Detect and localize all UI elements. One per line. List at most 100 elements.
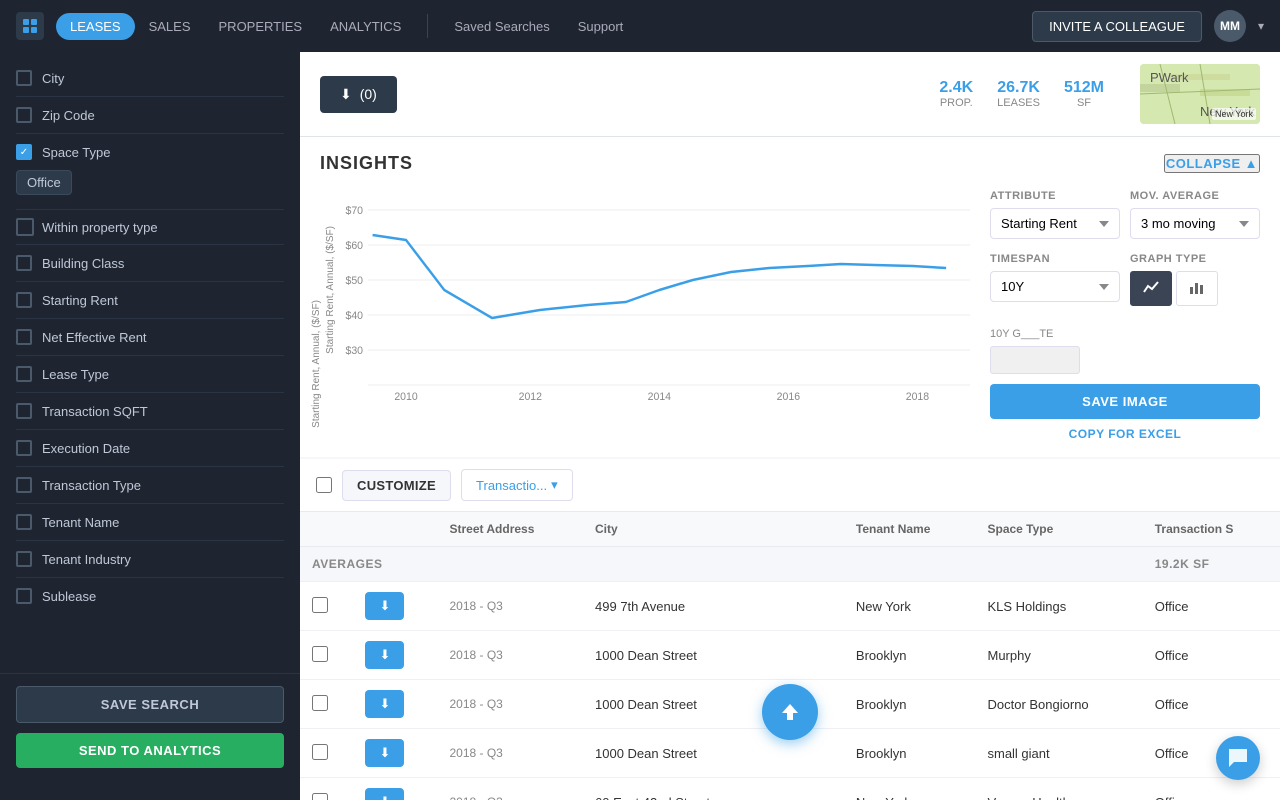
download-row-button-5[interactable]: ⬇ xyxy=(365,788,404,800)
map-thumbnail[interactable]: New York PWark xyxy=(1140,64,1260,124)
zipcode-checkbox[interactable] xyxy=(16,107,32,123)
row-spacetype-5: Office xyxy=(1143,778,1280,800)
sidebar-item-spacetype[interactable]: Space Type Office xyxy=(16,134,284,210)
attribute-select[interactable]: Starting Rent Net Effective Rent Lease T… xyxy=(990,208,1120,239)
sidebar-item-starting-rent[interactable]: Starting Rent xyxy=(16,282,284,319)
building-class-label: Building Class xyxy=(42,256,124,271)
topnav: LEASES SALES PROPERTIES ANALYTICS Saved … xyxy=(0,0,1280,52)
nav-sales[interactable]: SALES xyxy=(135,13,205,40)
svg-text:$70: $70 xyxy=(345,205,363,217)
row-dl-4: ⬇ xyxy=(353,729,437,778)
row-check-4 xyxy=(300,729,353,778)
timespan-select[interactable]: 1Y 3Y 5Y 10Y ALL xyxy=(990,271,1120,302)
table-header: Street Address City Tenant Name Space Ty… xyxy=(300,512,1280,547)
sidebar-item-transaction-sqft[interactable]: Transaction SQFT xyxy=(16,393,284,430)
row-checkbox-1[interactable] xyxy=(312,597,328,613)
transaction-column-button[interactable]: Transactio... ▾ xyxy=(461,469,573,501)
nav-analytics[interactable]: ANALYTICS xyxy=(316,13,415,40)
net-effective-rent-checkbox[interactable] xyxy=(16,329,32,345)
th-street-address: Street Address xyxy=(437,512,583,547)
save-search-button[interactable]: SAVE SEARCH xyxy=(16,686,284,723)
lease-type-checkbox[interactable] xyxy=(16,366,32,382)
th-space-type: Space Type xyxy=(975,512,1142,547)
transaction-sqft-checkbox[interactable] xyxy=(16,403,32,419)
copy-excel-button[interactable]: COPY FOR EXCEL xyxy=(990,427,1260,441)
line-chart-button[interactable] xyxy=(1130,271,1172,306)
download-button[interactable]: ⬇ (0) xyxy=(320,76,397,113)
nav-support[interactable]: Support xyxy=(564,13,638,40)
row-checkbox-2[interactable] xyxy=(312,646,328,662)
y-axis-label-container: Starting Rent, Annual, ($/SF) xyxy=(320,190,340,390)
row-checkbox-5[interactable] xyxy=(312,793,328,800)
row-quarter-4: 2018 - Q3 xyxy=(437,729,583,778)
building-class-checkbox[interactable] xyxy=(16,255,32,271)
sidebar-item-within-property[interactable]: Within property type xyxy=(16,210,284,245)
topnav-right: INVITE A COLLEAGUE MM ▾ xyxy=(1032,10,1264,42)
sidebar-item-city[interactable]: City xyxy=(16,60,284,97)
download-row-button-1[interactable]: ⬇ xyxy=(365,592,404,620)
tenant-name-checkbox[interactable] xyxy=(16,514,32,530)
customize-button[interactable]: CUSTOMIZE xyxy=(342,470,451,501)
avatar[interactable]: MM xyxy=(1214,10,1246,42)
within-property-checkbox[interactable] xyxy=(16,218,34,236)
spacetype-label: Space Type xyxy=(42,145,110,160)
sidebar-item-tenant-industry[interactable]: Tenant Industry xyxy=(16,541,284,578)
row-checkbox-4[interactable] xyxy=(312,744,328,760)
scroll-up-fab[interactable] xyxy=(762,684,818,740)
spacetype-checkbox[interactable] xyxy=(16,144,32,160)
chat-bubble[interactable] xyxy=(1216,736,1260,780)
tenant-industry-label: Tenant Industry xyxy=(42,552,131,567)
collapse-button[interactable]: COLLAPSE ▲ xyxy=(1164,154,1260,173)
row-check-3 xyxy=(300,680,353,729)
table-section: CUSTOMIZE Transactio... ▾ Street Address… xyxy=(300,459,1280,800)
tenant-industry-checkbox[interactable] xyxy=(16,551,32,567)
transaction-type-label: Transaction Type xyxy=(42,478,141,493)
th-check xyxy=(300,512,353,547)
sidebar-item-zipcode[interactable]: Zip Code xyxy=(16,97,284,134)
download-row-button-4[interactable]: ⬇ xyxy=(365,739,404,767)
execution-date-checkbox[interactable] xyxy=(16,440,32,456)
stat-prop-label: PROP. xyxy=(939,97,973,109)
net-effective-rent-label: Net Effective Rent xyxy=(42,330,147,345)
row-address-1: 499 7th Avenue xyxy=(583,582,844,631)
download-row-button-3[interactable]: ⬇ xyxy=(365,690,404,718)
nav-saved-searches[interactable]: Saved Searches xyxy=(440,13,563,40)
sidebar-filters: City Zip Code Space Type Office Within p… xyxy=(0,52,300,673)
starting-rent-checkbox[interactable] xyxy=(16,292,32,308)
chevron-down-icon: ▾ xyxy=(1258,19,1264,33)
send-analytics-button[interactable]: SEND TO ANALYTICS xyxy=(16,733,284,768)
row-check-5 xyxy=(300,778,353,800)
bar-chart-button[interactable] xyxy=(1176,271,1218,306)
sidebar-item-net-effective-rent[interactable]: Net Effective Rent xyxy=(16,319,284,356)
sidebar-item-lease-type[interactable]: Lease Type xyxy=(16,356,284,393)
city-label: City xyxy=(42,71,64,86)
sidebar-item-building-class[interactable]: Building Class xyxy=(16,245,284,282)
sidebar-item-sublease[interactable]: Sublease xyxy=(16,578,284,614)
transaction-type-checkbox[interactable] xyxy=(16,477,32,493)
city-checkbox[interactable] xyxy=(16,70,32,86)
stat-sf-label: SF xyxy=(1064,97,1104,109)
chart-controls: ATTRIBUTE Starting Rent Net Effective Re… xyxy=(990,190,1260,441)
save-image-button[interactable]: SAVE IMAGE xyxy=(990,384,1260,419)
stat-leases: 26.7K LEASES xyxy=(997,79,1040,109)
sublease-checkbox[interactable] xyxy=(16,588,32,604)
stats-group: 2.4K PROP. 26.7K LEASES 512M SF xyxy=(939,79,1104,109)
stat-leases-label: LEASES xyxy=(997,97,1040,109)
ten-y-range-input[interactable] xyxy=(990,346,1080,374)
select-all-checkbox[interactable] xyxy=(316,477,332,493)
row-quarter-1: 2018 - Q3 xyxy=(437,582,583,631)
download-row-button-2[interactable]: ⬇ xyxy=(365,641,404,669)
invite-colleague-button[interactable]: INVITE A COLLEAGUE xyxy=(1032,11,1202,42)
controls-row-1: ATTRIBUTE Starting Rent Net Effective Re… xyxy=(990,190,1260,253)
sidebar-item-execution-date[interactable]: Execution Date xyxy=(16,430,284,467)
row-checkbox-3[interactable] xyxy=(312,695,328,711)
sidebar-item-tenant-name[interactable]: Tenant Name xyxy=(16,504,284,541)
nav-properties[interactable]: PROPERTIES xyxy=(205,13,317,40)
svg-text:2018: 2018 xyxy=(906,391,929,403)
row-city-5: New York xyxy=(844,778,976,800)
nav-leases[interactable]: LEASES xyxy=(56,13,135,40)
moving-average-select[interactable]: 3 mo moving 6 mo moving 12 mo moving xyxy=(1130,208,1260,239)
svg-text:$30: $30 xyxy=(345,345,363,357)
execution-date-label: Execution Date xyxy=(42,441,130,456)
sidebar-item-transaction-type[interactable]: Transaction Type xyxy=(16,467,284,504)
